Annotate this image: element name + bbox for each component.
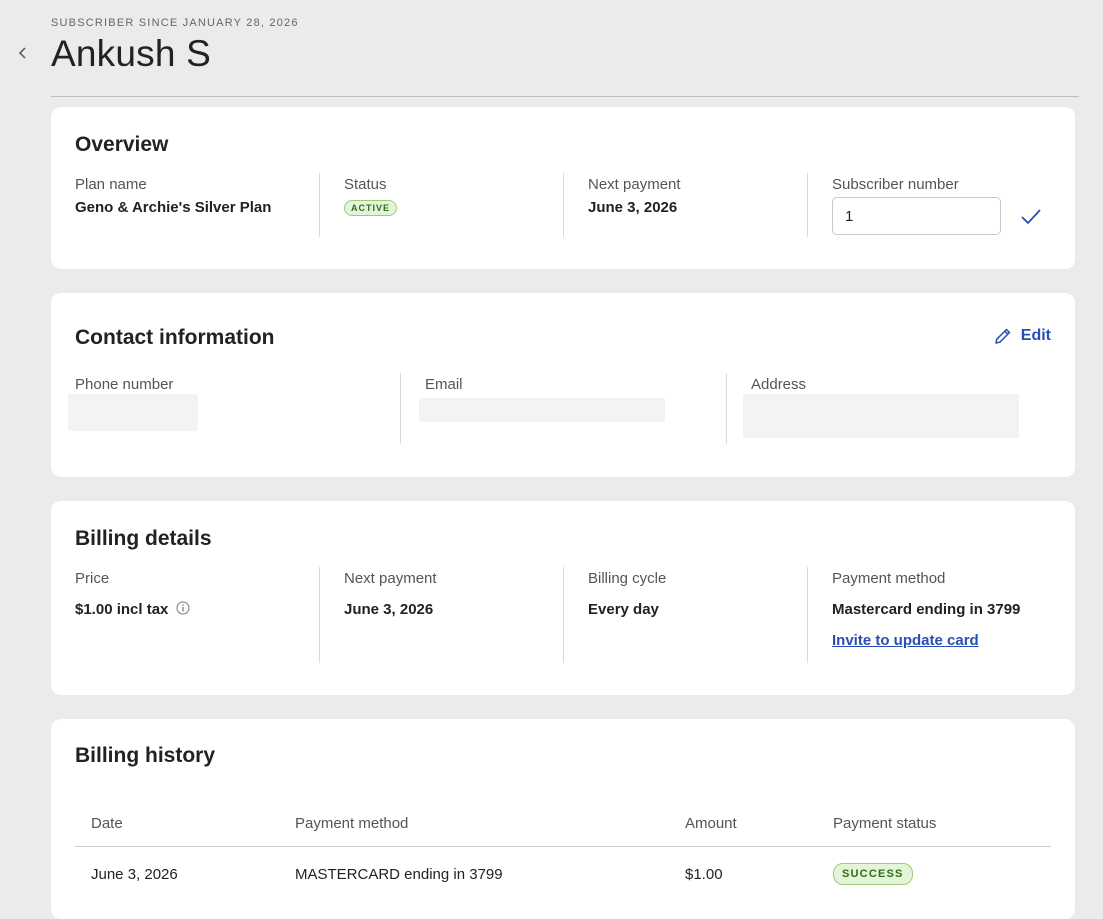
next-payment-field: Next payment June 3, 2026 bbox=[588, 176, 681, 216]
check-icon bbox=[1021, 209, 1041, 225]
overview-title: Overview bbox=[75, 133, 169, 156]
billing-history-title: Billing history bbox=[75, 744, 216, 767]
chevron-left-icon bbox=[18, 47, 26, 59]
billing-details-card: Billing details Price $1.00 incl tax Nex… bbox=[51, 501, 1075, 695]
row-payment-method: MASTERCARD ending in 3799 bbox=[295, 865, 503, 883]
billing-details-title: Billing details bbox=[75, 527, 212, 550]
page-title: Ankush S bbox=[51, 33, 211, 74]
payment-method-label: Payment method bbox=[832, 570, 946, 587]
subscriber-number-label: Subscriber number bbox=[832, 176, 959, 193]
status-label: Status bbox=[344, 176, 387, 193]
back-button[interactable] bbox=[14, 44, 32, 62]
plan-name-field: Plan name Geno & Archie's Silver Plan bbox=[75, 176, 271, 216]
pencil-icon bbox=[995, 328, 1011, 344]
divider bbox=[807, 173, 808, 237]
contact-title: Contact information bbox=[75, 326, 275, 349]
email-field: Email bbox=[425, 376, 463, 393]
payment-method-field: Payment method Mastercard ending in 3799… bbox=[832, 570, 1020, 650]
price-field: Price $1.00 incl tax bbox=[75, 570, 190, 619]
divider bbox=[563, 173, 564, 237]
edit-label: Edit bbox=[1020, 327, 1051, 344]
phone-label: Phone number bbox=[75, 376, 174, 393]
billing-cycle-value: Every day bbox=[588, 601, 659, 618]
address-field: Address bbox=[751, 376, 806, 393]
divider bbox=[319, 567, 320, 663]
address-label: Address bbox=[751, 376, 807, 393]
table-row[interactable]: June 3, 2026 MASTERCARD ending in 3799 $… bbox=[75, 847, 1051, 902]
email-label: Email bbox=[425, 376, 463, 393]
billing-next-payment-label: Next payment bbox=[344, 570, 437, 587]
billing-cycle-field: Billing cycle Every day bbox=[588, 570, 666, 618]
row-amount: $1.00 bbox=[685, 865, 723, 883]
row-date: June 3, 2026 bbox=[91, 865, 178, 883]
divider bbox=[726, 373, 727, 444]
price-value-row: $1.00 incl tax bbox=[75, 601, 190, 619]
overview-card: Overview Plan name Geno & Archie's Silve… bbox=[51, 107, 1075, 269]
plan-name-value: Geno & Archie's Silver Plan bbox=[75, 199, 272, 216]
contact-card: Contact information Edit Phone number Em… bbox=[51, 293, 1075, 477]
next-payment-label: Next payment bbox=[588, 176, 681, 193]
divider bbox=[400, 373, 401, 444]
status-field: Status ACTIVE bbox=[344, 176, 398, 216]
column-header-date: Date bbox=[75, 799, 279, 847]
divider bbox=[563, 567, 564, 663]
price-value: $1.00 incl tax bbox=[75, 601, 169, 618]
confirm-button[interactable] bbox=[1019, 205, 1043, 229]
invite-update-card-link[interactable]: Invite to update card bbox=[832, 632, 979, 649]
billing-history-table: Date Payment method Amount Payment statu… bbox=[75, 799, 1051, 901]
row-status-cell: SUCCESS bbox=[817, 847, 1051, 902]
divider bbox=[807, 567, 808, 663]
address-value-redacted bbox=[743, 394, 1019, 438]
billing-next-payment-field: Next payment June 3, 2026 bbox=[344, 570, 437, 618]
phone-field: Phone number bbox=[75, 376, 173, 393]
phone-value-redacted bbox=[68, 394, 198, 431]
column-header-payment-status: Payment status bbox=[817, 799, 1051, 847]
subscriber-number-input[interactable] bbox=[832, 197, 1001, 235]
billing-history-card: Billing history Date Payment method Amou… bbox=[51, 719, 1075, 919]
header-divider bbox=[51, 96, 1079, 97]
next-payment-value: June 3, 2026 bbox=[588, 199, 678, 216]
subscriber-since-label: SUBSCRIBER SINCE JANUARY 28, 2026 bbox=[51, 17, 299, 29]
edit-contact-button[interactable]: Edit bbox=[994, 327, 1051, 345]
billing-cycle-label: Billing cycle bbox=[588, 570, 667, 587]
info-icon[interactable] bbox=[176, 601, 190, 619]
billing-next-payment-value: June 3, 2026 bbox=[344, 601, 434, 618]
table-header-row: Date Payment method Amount Payment statu… bbox=[75, 799, 1051, 847]
status-badge: SUCCESS bbox=[833, 863, 913, 885]
column-header-amount: Amount bbox=[669, 799, 817, 847]
payment-method-value: Mastercard ending in 3799 bbox=[832, 601, 1021, 618]
email-value-redacted bbox=[419, 398, 665, 422]
subscriber-number-field: Subscriber number bbox=[832, 176, 959, 193]
column-header-payment-method: Payment method bbox=[279, 799, 669, 847]
price-label: Price bbox=[75, 570, 110, 587]
plan-name-label: Plan name bbox=[75, 176, 147, 193]
divider bbox=[319, 173, 320, 237]
page-header: SUBSCRIBER SINCE JANUARY 28, 2026 Ankush… bbox=[51, 17, 1079, 75]
status-badge: ACTIVE bbox=[344, 200, 398, 216]
